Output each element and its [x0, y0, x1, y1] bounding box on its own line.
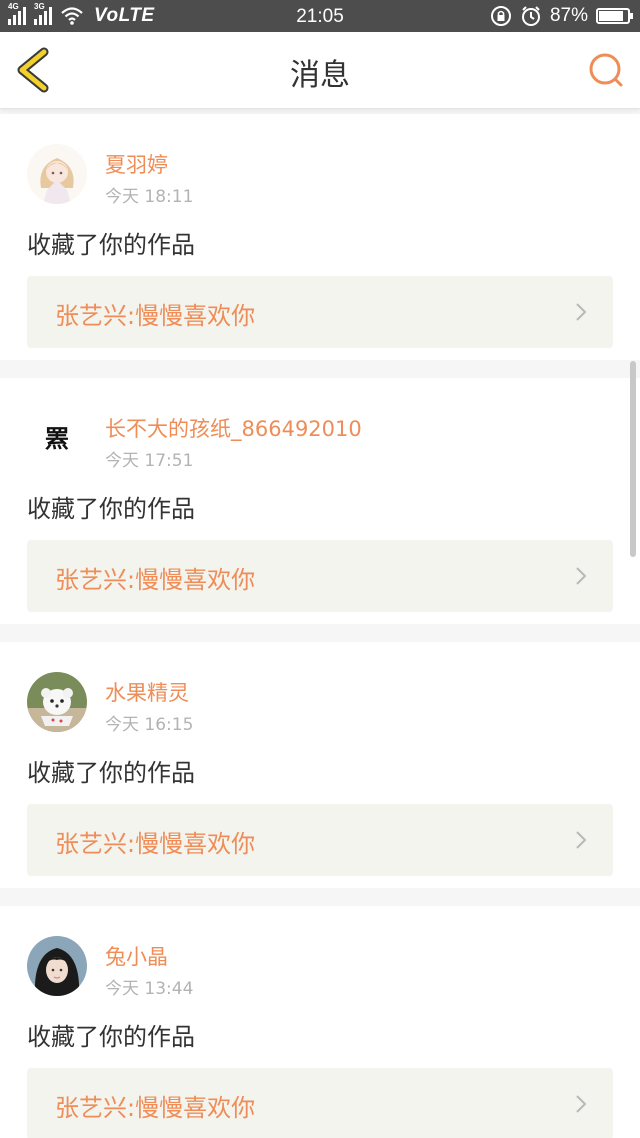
message-time: 今天 16:15 — [105, 715, 194, 735]
search-button[interactable] — [586, 50, 626, 90]
avatar-text: 罴 — [45, 425, 69, 453]
search-icon — [589, 53, 623, 87]
anime-girl-avatar-icon — [27, 144, 87, 204]
work-link[interactable]: 张艺兴:慢慢喜欢你 — [27, 276, 613, 348]
user-name[interactable]: 长不大的孩纸_866492010 — [105, 413, 362, 443]
message-card: 水果精灵 今天 16:15 收藏了你的作品 张艺兴:慢慢喜欢你 — [0, 642, 640, 888]
avatar[interactable] — [27, 144, 87, 204]
page-title: 消息 — [290, 58, 350, 93]
user-name[interactable]: 水果精灵 — [105, 677, 189, 707]
work-link[interactable]: 张艺兴:慢慢喜欢你 — [27, 804, 613, 876]
avatar[interactable]: 罴 — [27, 408, 87, 468]
battery-percent: 87% — [549, 5, 588, 26]
message-list[interactable]: 夏羽婷 今天 18:11 收藏了你的作品 张艺兴:慢慢喜欢你 罴 长不大的孩纸_… — [0, 109, 640, 1138]
user-name[interactable]: 兔小晶 — [105, 941, 168, 971]
girl-photo-avatar-icon — [27, 936, 87, 996]
nav-bar: 消息 — [0, 32, 640, 109]
chevron-right-icon — [576, 1095, 587, 1113]
chevron-right-icon — [576, 303, 587, 321]
battery-icon — [596, 8, 633, 24]
scrollbar[interactable] — [630, 361, 636, 557]
work-title: 张艺兴:慢慢喜欢你 — [55, 566, 256, 594]
alarm-icon — [521, 6, 540, 26]
avatar[interactable] — [27, 672, 87, 732]
battery-fill — [599, 11, 623, 21]
work-title: 张艺兴:慢慢喜欢你 — [55, 830, 256, 858]
status-bar: 4G 3G VoLTE 21:05 87% — [0, 0, 640, 32]
work-title: 张艺兴:慢慢喜欢你 — [55, 1094, 256, 1122]
avatar[interactable] — [27, 936, 87, 996]
message-card: 罴 长不大的孩纸_866492010 今天 17:51 收藏了你的作品 张艺兴:… — [0, 378, 640, 624]
status-right: 87% — [490, 5, 633, 27]
rotation-lock-icon — [490, 6, 511, 26]
work-title: 张艺兴:慢慢喜欢你 — [55, 302, 256, 330]
message-time: 今天 17:51 — [105, 451, 194, 471]
work-link[interactable]: 张艺兴:慢慢喜欢你 — [27, 540, 613, 612]
message-card: 夏羽婷 今天 18:11 收藏了你的作品 张艺兴:慢慢喜欢你 — [0, 114, 640, 360]
text-avatar-icon: 罴 — [27, 408, 87, 468]
puppy-photo-avatar-icon — [27, 672, 87, 732]
message-time: 今天 18:11 — [105, 187, 194, 207]
work-link[interactable]: 张艺兴:慢慢喜欢你 — [27, 1068, 613, 1138]
message-text: 收藏了你的作品 — [27, 1023, 195, 1051]
message-text: 收藏了你的作品 — [27, 759, 195, 787]
chevron-right-icon — [576, 831, 587, 849]
user-name[interactable]: 夏羽婷 — [105, 149, 168, 179]
message-text: 收藏了你的作品 — [27, 231, 195, 259]
message-card: 兔小晶 今天 13:44 收藏了你的作品 张艺兴:慢慢喜欢你 — [0, 906, 640, 1138]
chevron-right-icon — [576, 567, 587, 585]
message-time: 今天 13:44 — [105, 979, 194, 999]
message-text: 收藏了你的作品 — [27, 495, 195, 523]
